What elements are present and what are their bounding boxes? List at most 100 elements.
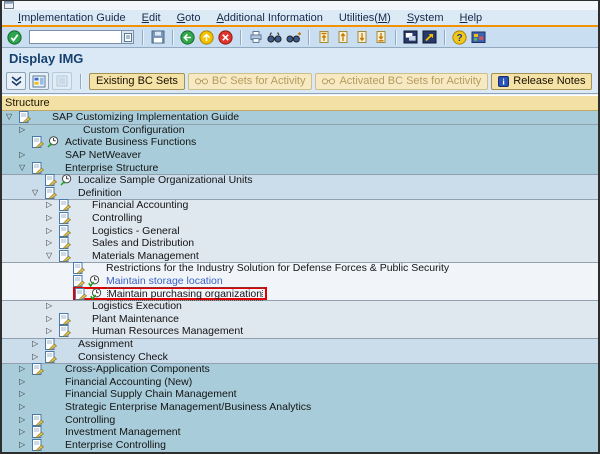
- expand-node-icon[interactable]: ▷: [19, 402, 32, 412]
- expand-all-icon[interactable]: [6, 72, 26, 90]
- expand-node-icon[interactable]: ▷: [19, 415, 32, 425]
- doc-icon[interactable]: [59, 225, 74, 237]
- tree-item[interactable]: ▷ Logistics - General: [2, 224, 598, 237]
- tree-item-label[interactable]: Cross-Application Components: [65, 363, 210, 375]
- doc-icon[interactable]: [32, 426, 47, 438]
- next-page-icon[interactable]: [353, 29, 370, 46]
- find-next-icon[interactable]: [285, 29, 302, 46]
- doc-icon[interactable]: [75, 288, 90, 300]
- doc-icon[interactable]: [45, 338, 60, 350]
- tree-item[interactable]: ▷ Human Resources Management: [2, 325, 598, 338]
- tree-item[interactable]: ▷ Controlling: [2, 413, 598, 426]
- collapse-node-icon[interactable]: ▽: [19, 163, 32, 173]
- collapse-node-icon[interactable]: ▽: [6, 112, 19, 122]
- tree-item[interactable]: ▷Enterprise Controlling: [2, 438, 598, 451]
- tree-item-label[interactable]: Custom Configuration: [83, 124, 185, 136]
- doc-icon[interactable]: [32, 439, 47, 451]
- doc-icon[interactable]: [32, 136, 47, 148]
- collapse-node-icon[interactable]: ▽: [32, 188, 45, 198]
- tree-item-label[interactable]: Restrictions for the Industry Solution f…: [106, 262, 449, 274]
- doc-icon[interactable]: [59, 313, 74, 325]
- tree-item-label[interactable]: Financial Accounting: [92, 199, 188, 211]
- first-page-icon[interactable]: [315, 29, 332, 46]
- doc-icon[interactable]: [45, 174, 60, 186]
- doc-icon[interactable]: [73, 262, 88, 274]
- tree-item-label[interactable]: Activate Business Functions: [65, 136, 196, 148]
- tree-item[interactable]: ▷Logistics Execution: [2, 300, 598, 313]
- tree-item-label[interactable]: Financial Accounting (New): [65, 376, 192, 388]
- menu-item-edit[interactable]: Edit: [134, 12, 169, 24]
- create-shortcut-icon[interactable]: [421, 29, 438, 46]
- new-session-icon[interactable]: [402, 29, 419, 46]
- tree-item-label[interactable]: Strategic Enterprise Management/Business…: [65, 401, 311, 413]
- expand-node-icon[interactable]: ▷: [46, 226, 59, 236]
- doc-icon[interactable]: [45, 187, 60, 199]
- tree-item[interactable]: ▷ Consistency Check: [2, 350, 598, 363]
- menu-item-goto[interactable]: Goto: [169, 12, 209, 24]
- tree-item[interactable]: ▽Enterprise Structure: [2, 161, 598, 174]
- menu-item-additional-information[interactable]: Additional Information: [208, 12, 330, 24]
- tree-item-label[interactable]: Consistency Check: [78, 351, 168, 363]
- menu-item-implementation-guide[interactable]: Implementation Guide: [10, 12, 134, 24]
- menu-item-utilities-m[interactable]: Utilities(M): [331, 12, 399, 24]
- tree-item-label[interactable]: Maintain storage location: [106, 275, 223, 287]
- tree-item[interactable]: ▷ Investment Management: [2, 426, 598, 439]
- command-field[interactable]: [29, 30, 121, 44]
- doc-icon[interactable]: [32, 363, 47, 375]
- tree-item[interactable]: ▷ Financial Accounting: [2, 199, 598, 212]
- tree-item-label[interactable]: Controlling: [92, 212, 142, 224]
- tree-item-label[interactable]: Controlling: [65, 414, 115, 426]
- tree-item-label[interactable]: Human Resources Management: [92, 325, 243, 337]
- expand-node-icon[interactable]: ▷: [46, 238, 59, 248]
- print-icon[interactable]: [247, 29, 264, 46]
- collapse-node-icon[interactable]: ▽: [46, 251, 59, 261]
- cancel-icon[interactable]: [217, 29, 234, 46]
- expand-node-icon[interactable]: ▷: [46, 326, 59, 336]
- expand-node-icon[interactable]: ▷: [32, 352, 45, 362]
- exit-icon[interactable]: [198, 29, 215, 46]
- command-field-dropdown-icon[interactable]: [121, 30, 134, 44]
- expand-node-icon[interactable]: ▷: [19, 150, 32, 160]
- tree-item-label[interactable]: Logistics - General: [92, 225, 180, 237]
- tree-item[interactable]: Maintain purchasing organization: [2, 287, 598, 300]
- doc-icon[interactable]: [59, 237, 74, 249]
- tree-item[interactable]: ▽Definition: [2, 187, 598, 200]
- doc-icon[interactable]: [19, 111, 34, 123]
- tree-item[interactable]: ▷ Cross-Application Components: [2, 363, 598, 376]
- doc-icon[interactable]: [45, 351, 60, 363]
- tree-item[interactable]: ▷SAP NetWeaver: [2, 149, 598, 162]
- expand-node-icon[interactable]: ▷: [46, 200, 59, 210]
- help-icon[interactable]: ?: [451, 29, 468, 46]
- customize-layout-icon[interactable]: [470, 29, 487, 46]
- tree-item-label[interactable]: Enterprise Controlling: [65, 439, 166, 451]
- tree-item-label[interactable]: Investment Management: [65, 426, 181, 438]
- tree-item-label[interactable]: Localize Sample Organizational Units: [78, 174, 253, 186]
- menu-item-help[interactable]: Help: [452, 12, 491, 24]
- tree-item[interactable]: ▷Sales and Distribution: [2, 237, 598, 250]
- back-icon[interactable]: [179, 29, 196, 46]
- expand-node-icon[interactable]: ▷: [19, 364, 32, 374]
- existing-bc-sets-button[interactable]: Existing BC Sets: [89, 73, 185, 90]
- tree-item[interactable]: ▽ SAP Customizing Implementation Guide: [2, 111, 598, 124]
- tree-item-label[interactable]: Logistics Execution: [92, 300, 182, 312]
- tree-item-label[interactable]: SAP Customizing Implementation Guide: [52, 111, 239, 123]
- previous-page-icon[interactable]: [334, 29, 351, 46]
- doc-icon[interactable]: [59, 212, 74, 224]
- execute-activity-icon[interactable]: [88, 275, 103, 287]
- tree-item-label[interactable]: Materials Management: [92, 250, 199, 262]
- doc-icon[interactable]: [59, 325, 74, 337]
- expand-node-icon[interactable]: ▷: [19, 427, 32, 437]
- expand-node-icon[interactable]: ▷: [32, 339, 45, 349]
- last-page-icon[interactable]: [372, 29, 389, 46]
- expand-node-icon[interactable]: ▷: [46, 213, 59, 223]
- expand-node-icon[interactable]: ▷: [19, 389, 32, 399]
- tree-item[interactable]: ▷ Financial Accounting (New): [2, 375, 598, 388]
- tree-item-label[interactable]: Maintain purchasing organization: [108, 288, 262, 300]
- tree-item[interactable]: ▷Financial Supply Chain Management: [2, 388, 598, 401]
- display-legend-icon[interactable]: [29, 72, 49, 90]
- expand-node-icon[interactable]: ▷: [19, 377, 32, 387]
- doc-icon[interactable]: [32, 162, 47, 174]
- doc-icon[interactable]: [59, 199, 74, 211]
- expand-node-icon[interactable]: ▷: [19, 125, 32, 135]
- expand-node-icon[interactable]: ▷: [46, 314, 59, 324]
